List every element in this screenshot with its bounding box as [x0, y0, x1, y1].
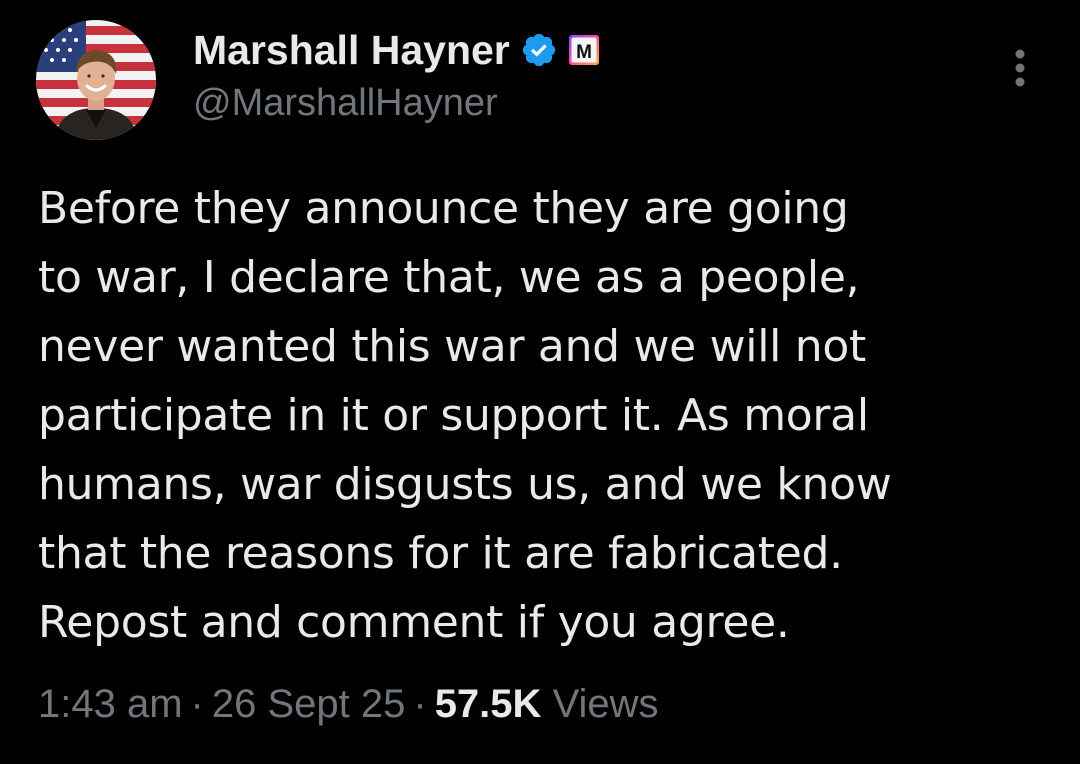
tweet-text-line: never wanted this war and we will not [38, 321, 866, 372]
tweet-meta: 1:43 am · 26 Sept 25 · 57.5K Views [38, 682, 659, 727]
author-name-row: Marshall Hayner M [193, 26, 600, 74]
avatar[interactable] [36, 20, 156, 140]
tweet-text: Before they announce they are going to w… [38, 174, 1048, 657]
vertical-ellipsis-icon [1015, 49, 1025, 87]
tweet: Marshall Hayner M @MarshallHayner Before… [0, 0, 1080, 764]
author-handle[interactable]: @MarshallHayner [193, 82, 498, 125]
tweet-text-line: to war, I declare that, we as a people, [38, 252, 860, 303]
more-options-button[interactable] [1003, 46, 1037, 96]
avatar-image [36, 20, 156, 140]
tweet-time[interactable]: 1:43 am [38, 682, 183, 726]
tweet-text-line: that the reasons for it are fabricated. [38, 528, 843, 579]
tweet-text-line: Before they announce they are going [38, 183, 849, 234]
affiliation-badge-letter: M [576, 42, 592, 63]
author-display-name[interactable]: Marshall Hayner [193, 27, 510, 74]
tweet-text-line: humans, war disgusts us, and we know [38, 459, 892, 510]
views-count: 57.5K [434, 682, 542, 726]
tweet-text-line: Repost and comment if you agree. [38, 597, 790, 648]
meta-separator: · [190, 682, 204, 726]
tweet-date[interactable]: 26 Sept 25 [212, 682, 406, 726]
views-label: Views [552, 682, 659, 726]
tweet-text-line: participate in it or support it. As mora… [38, 390, 869, 441]
affiliation-badge-icon[interactable]: M [568, 34, 600, 66]
meta-separator: · [413, 682, 427, 726]
verified-badge-icon [520, 31, 558, 69]
